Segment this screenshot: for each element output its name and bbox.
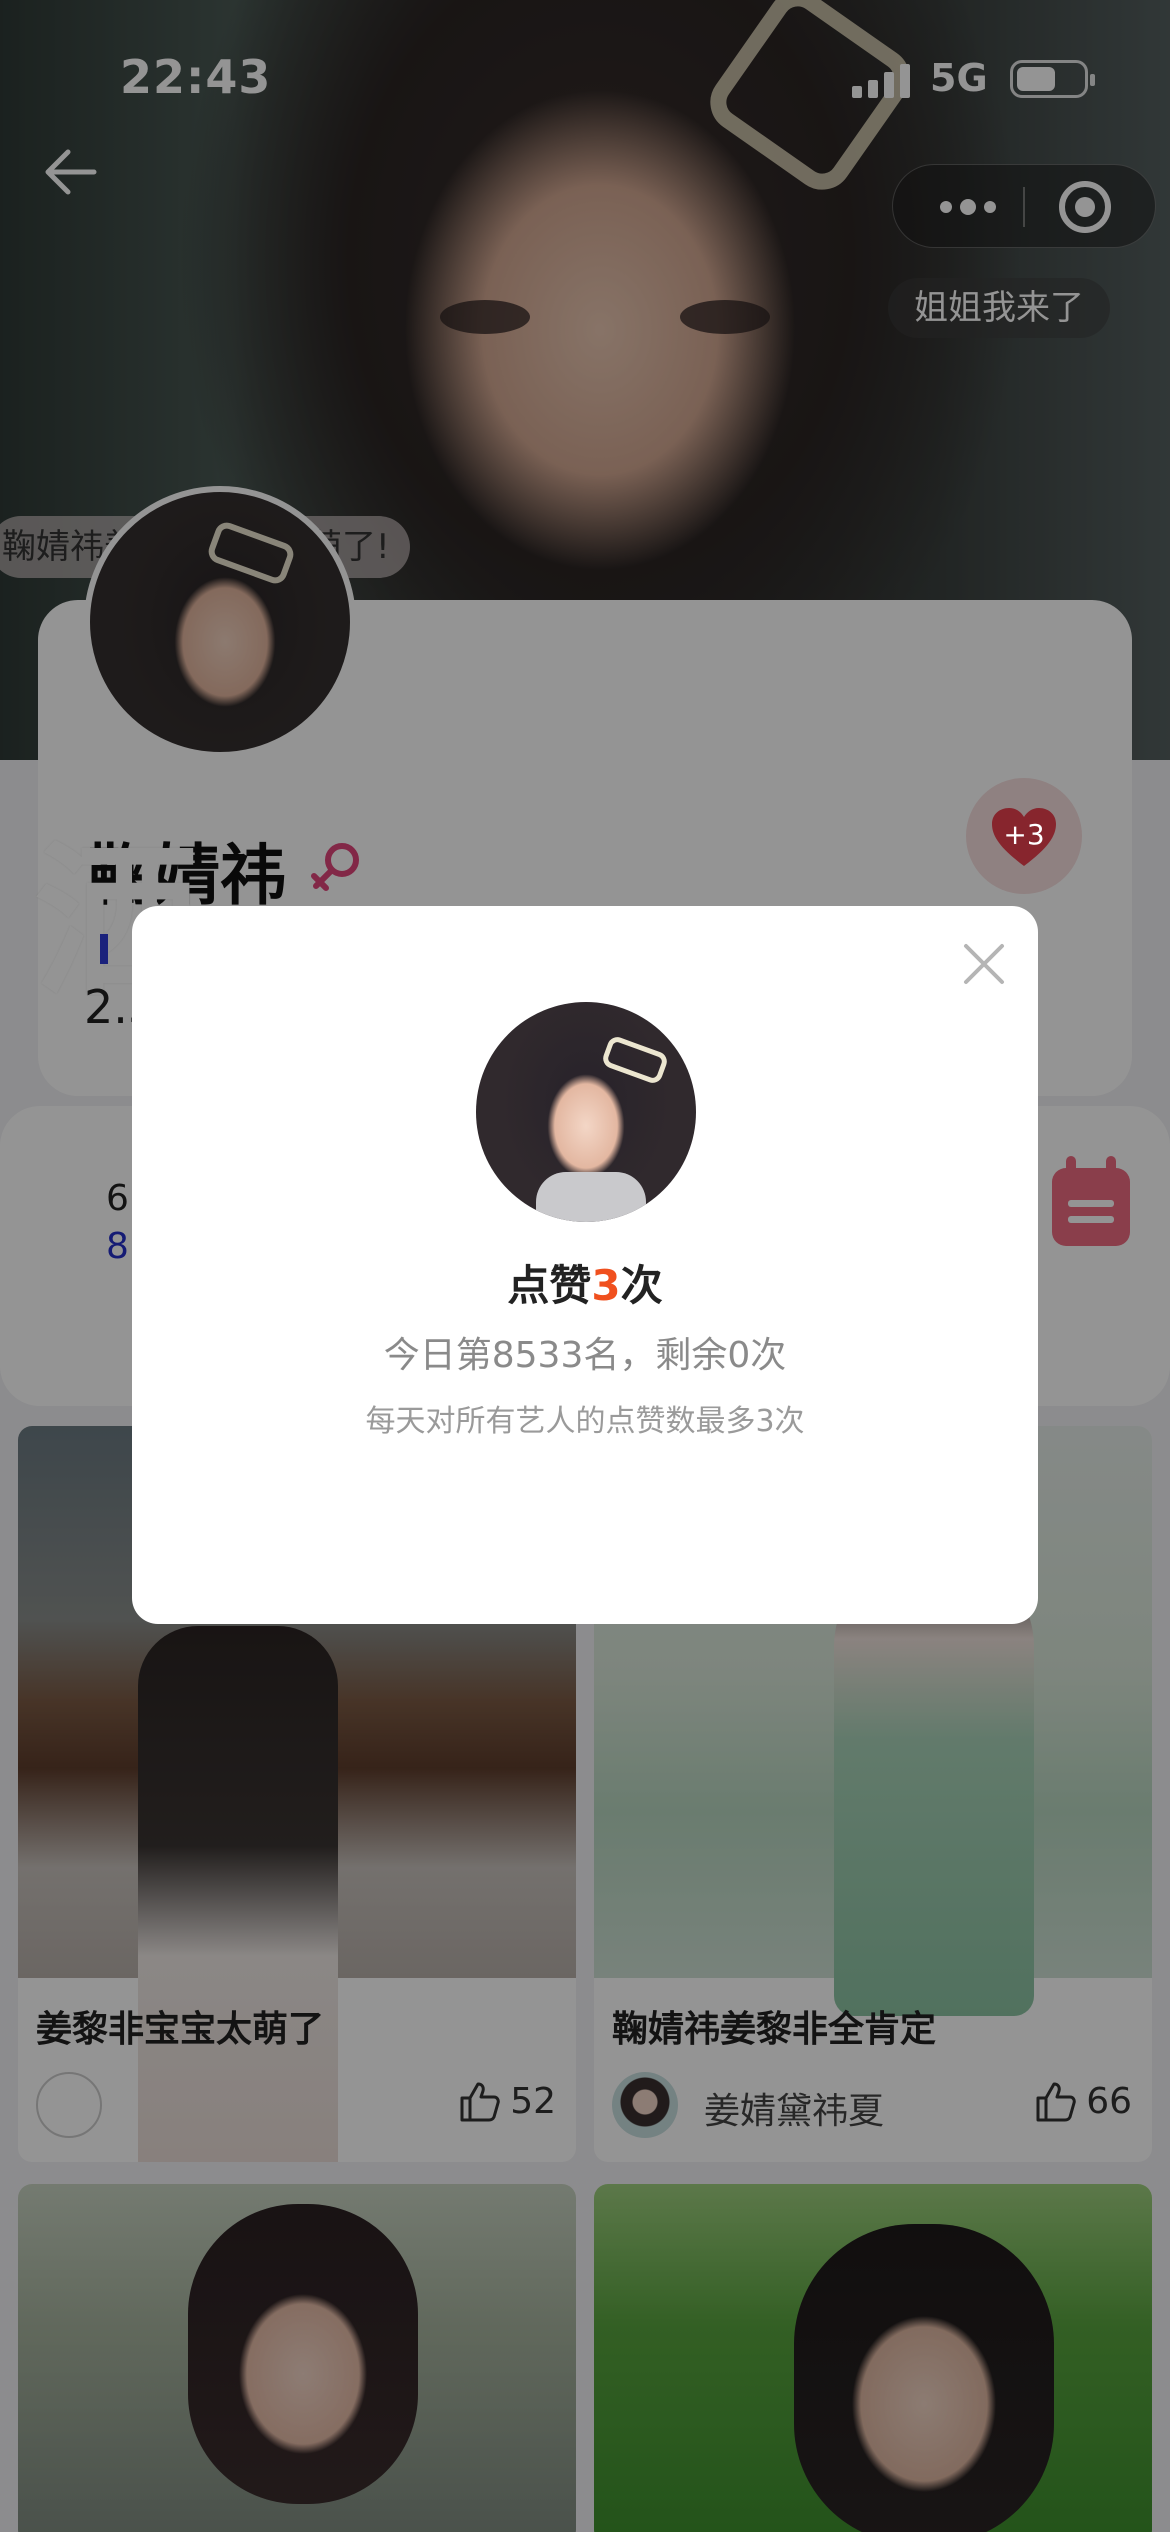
like-count: 3: [591, 1261, 621, 1310]
like-limit-note: 每天对所有艺人的点赞数最多3次: [365, 1404, 805, 1439]
dialog-title-prefix: 点赞: [507, 1261, 592, 1310]
dialog-artist-avatar: [476, 1002, 696, 1222]
like-plus-count: +3: [1003, 817, 1045, 851]
daily-rank-text: 今日第8533名，剩余0次: [383, 1335, 787, 1376]
close-icon[interactable]: [958, 938, 1010, 990]
dialog-title-suffix: 次: [620, 1261, 663, 1310]
like-result-dialog: 点赞3次 今日第8533名，剩余0次 每天对所有艺人的点赞数最多3次: [132, 906, 1038, 1624]
dialog-title: 点赞3次: [132, 1252, 1038, 1313]
